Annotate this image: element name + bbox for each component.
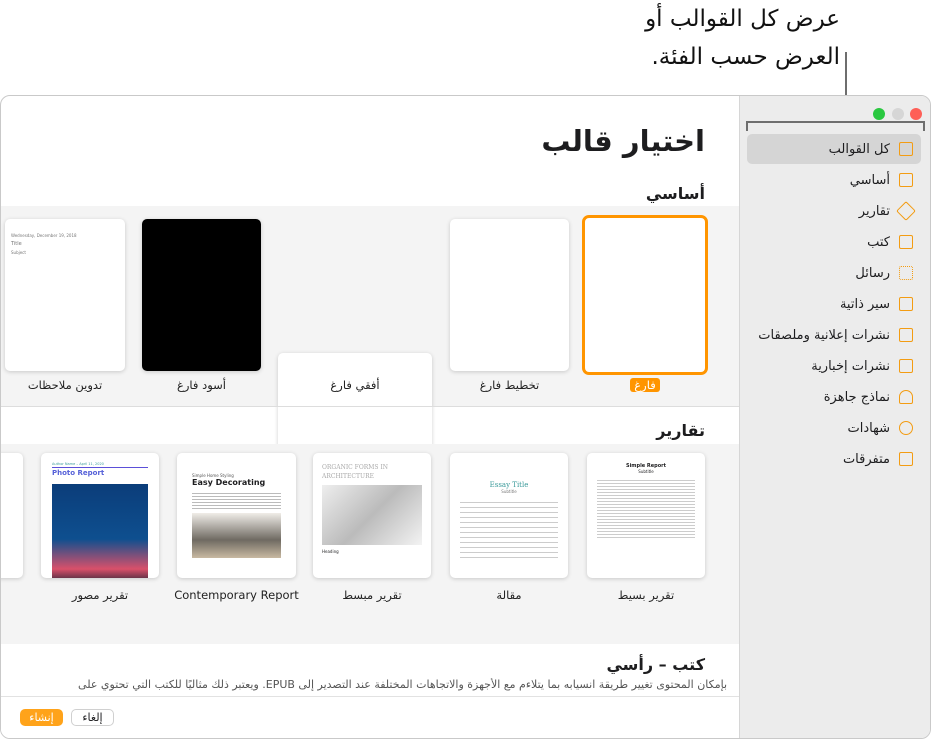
minimize-window-button[interactable] — [892, 108, 904, 120]
template-label: تقرير مبسط — [342, 588, 402, 602]
template-blank-black[interactable] — [142, 219, 261, 371]
stamp-icon — [899, 266, 913, 280]
callout-line-1: عرض كل القوالب أو — [645, 6, 840, 32]
sidebar-item-label: نشرات إعلانية وملصقات — [758, 327, 890, 343]
footer-bar: إنشاء إلغاء — [1, 696, 740, 738]
divider — [1, 406, 740, 407]
section-title-books: كتب – رأسي — [606, 655, 705, 674]
section-description: بإمكان المحتوى تغيير طريقة انسيابه بما ي… — [78, 678, 727, 691]
thumb-image — [52, 484, 148, 578]
template-label: Contemporary Report — [174, 588, 299, 602]
close-window-button[interactable] — [910, 108, 922, 120]
sidebar-item-certificates[interactable]: شهادات — [747, 413, 921, 443]
map-icon — [899, 328, 913, 342]
sidebar-item-flyers-posters[interactable]: نشرات إعلانية وملصقات — [747, 320, 921, 350]
template-photo-report[interactable]: Author Name – April 11, 2020 Photo Repor… — [41, 453, 159, 578]
template-label: تقرير بسيط — [617, 588, 675, 602]
template-label: أفقي فارغ — [330, 378, 380, 392]
callout-bracket-right — [923, 121, 925, 131]
callout-bracket-left — [746, 121, 748, 131]
thumb-text: Author Name – April 11, 2020 — [52, 462, 104, 466]
template-essay[interactable]: Essay Title Subtitle — [450, 453, 568, 578]
sidebar-item-label: نماذج جاهزة — [823, 389, 890, 405]
template-blank-layout[interactable] — [450, 219, 569, 371]
template-partial[interactable] — [1, 453, 23, 578]
template-label: مقالة — [496, 588, 522, 602]
template-simplified-report[interactable]: ORGANIC FORMS IN ARCHITECTURE Heading — [313, 453, 431, 578]
thumb-text: Wednesday, December 19, 2018 — [11, 233, 77, 238]
page-title: اختيار قالب — [541, 124, 705, 158]
thumb-lines — [192, 491, 281, 509]
graduation-cap-icon — [896, 201, 916, 221]
thumb-lines — [597, 478, 695, 538]
newspaper-icon — [899, 359, 913, 373]
sidebar: كل القوالب أساسي تقارير كتب رسائل سير ذا… — [739, 96, 930, 738]
stamp-form-icon — [899, 390, 913, 404]
thumb-text: Photo Report — [52, 469, 105, 477]
thumb-lines — [460, 498, 558, 558]
thumb-rule — [52, 467, 148, 468]
template-label: تدوين ملاحظات — [27, 378, 103, 392]
sidebar-item-newsletters[interactable]: نشرات إخبارية — [747, 351, 921, 381]
thumb-text: Subject — [11, 250, 26, 255]
template-label: فارغ — [630, 378, 660, 392]
ribbon-icon — [899, 421, 913, 435]
thumb-text: Easy Decorating — [192, 478, 266, 487]
thumb-text: Heading — [322, 549, 339, 554]
thumb-text: Subtitle — [638, 469, 654, 474]
callout-line-2: العرض حسب الفئة. — [651, 44, 840, 70]
sidebar-item-letters[interactable]: رسائل — [747, 258, 921, 288]
sidebar-item-label: أساسي — [849, 172, 890, 188]
document-icon — [899, 173, 913, 187]
create-button[interactable]: إنشاء — [20, 709, 63, 726]
grid-icon — [899, 142, 913, 156]
sidebar-item-books[interactable]: كتب — [747, 227, 921, 257]
thumb-image — [322, 485, 422, 545]
main-area: اختيار قالب أساسي فارغ تخطيط فارغ أفقي ف… — [1, 96, 741, 738]
book-icon — [899, 235, 913, 249]
sidebar-item-label: شهادات — [847, 420, 891, 436]
sidebar-item-label: تقارير — [858, 203, 890, 219]
sidebar-item-label: متفرقات — [842, 451, 890, 467]
template-contemporary-report[interactable]: Simple Home Styling Easy Decorating — [177, 453, 296, 578]
callout-bracket — [746, 121, 925, 123]
thumb-text: Essay Title — [489, 481, 529, 489]
template-label: تقرير مصور — [71, 588, 129, 602]
template-label: تخطيط فارغ — [479, 378, 540, 392]
sidebar-item-stationery[interactable]: نماذج جاهزة — [747, 382, 921, 412]
template-blank[interactable] — [582, 215, 708, 375]
sidebar-item-miscellaneous[interactable]: متفرقات — [747, 444, 921, 474]
sidebar-item-label: كتب — [867, 234, 890, 250]
sidebar-item-label: كل القوالب — [828, 141, 890, 157]
sidebar-item-reports[interactable]: تقارير — [747, 196, 921, 226]
sidebar-item-all-templates[interactable]: كل القوالب — [747, 134, 921, 164]
template-chooser-window: اختيار قالب أساسي فارغ تخطيط فارغ أفقي ف… — [0, 95, 931, 739]
resume-icon — [899, 297, 913, 311]
sidebar-item-label: سير ذاتية — [839, 296, 890, 312]
cancel-button[interactable]: إلغاء — [71, 709, 114, 726]
thumb-image — [192, 513, 281, 558]
section-title-basic: أساسي — [645, 184, 705, 203]
template-simple-report[interactable]: Simple Report Subtitle — [587, 453, 705, 578]
template-label: أسود فارغ — [177, 378, 226, 392]
sidebar-item-label: رسائل — [855, 265, 890, 281]
thumb-text: ORGANIC FORMS IN ARCHITECTURE — [322, 464, 389, 480]
section-title-reports: تقارير — [656, 421, 705, 440]
archive-box-icon — [899, 452, 913, 466]
sidebar-item-basic[interactable]: أساسي — [747, 165, 921, 195]
thumb-text: Subtitle — [501, 489, 517, 494]
zoom-window-button[interactable] — [873, 108, 885, 120]
sidebar-item-resumes[interactable]: سير ذاتية — [747, 289, 921, 319]
template-note-taking[interactable]: Wednesday, December 19, 2018 Title Subje… — [5, 219, 125, 371]
sidebar-item-label: نشرات إخبارية — [811, 358, 890, 374]
thumb-text: Title — [11, 241, 22, 247]
basic-row: فارغ تخطيط فارغ أفقي فارغ أسود فارغ Wedn… — [1, 206, 740, 471]
reports-row: Simple Report Subtitle تقرير بسيط Essay … — [1, 444, 740, 644]
